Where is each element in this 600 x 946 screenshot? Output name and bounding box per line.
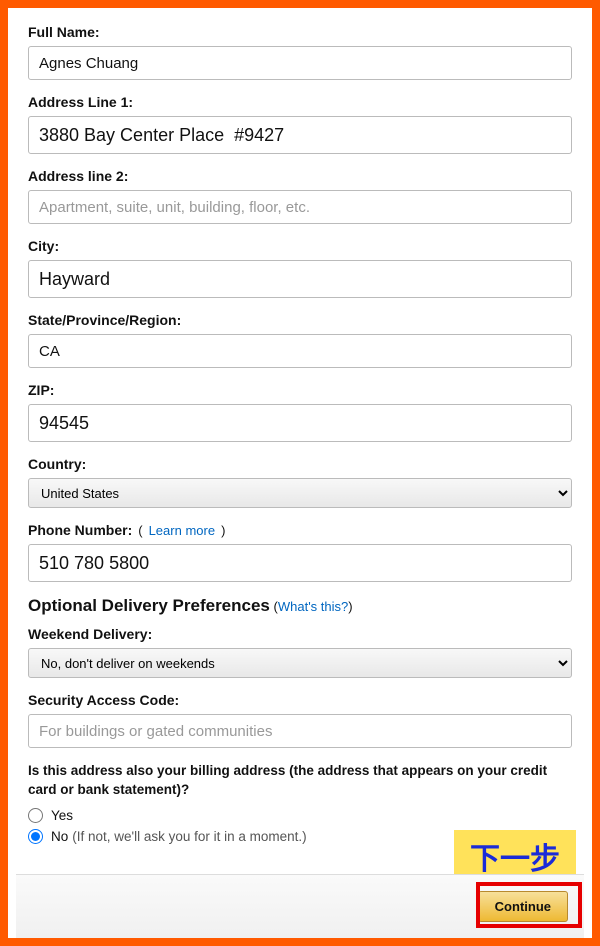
billing-no-hint: (If not, we'll ask you for it in a momen… bbox=[72, 829, 306, 844]
country-label: Country: bbox=[28, 456, 572, 472]
phone-input[interactable] bbox=[28, 544, 572, 582]
address1-input[interactable] bbox=[28, 116, 572, 154]
full-name-label: Full Name: bbox=[28, 24, 572, 40]
weekend-select[interactable]: No, don't deliver on weekends bbox=[28, 648, 572, 678]
address2-label: Address line 2: bbox=[28, 168, 572, 184]
billing-no-label: No bbox=[51, 829, 68, 844]
paren-close: ) bbox=[221, 523, 225, 538]
country-select[interactable]: United States bbox=[28, 478, 572, 508]
city-input[interactable] bbox=[28, 260, 572, 298]
full-name-input[interactable] bbox=[28, 46, 572, 80]
billing-yes-label: Yes bbox=[51, 808, 73, 823]
paren-open: ( bbox=[138, 523, 142, 538]
state-input[interactable] bbox=[28, 334, 572, 368]
billing-yes-radio[interactable] bbox=[28, 808, 43, 823]
zip-input[interactable] bbox=[28, 404, 572, 442]
address1-label: Address Line 1: bbox=[28, 94, 572, 110]
whats-this-link[interactable]: What's this? bbox=[278, 599, 348, 614]
optional-delivery-title: Optional Delivery Preferences bbox=[28, 596, 270, 615]
security-input[interactable] bbox=[28, 714, 572, 748]
weekend-label: Weekend Delivery: bbox=[28, 626, 572, 642]
city-label: City: bbox=[28, 238, 572, 254]
billing-no-radio[interactable] bbox=[28, 829, 43, 844]
security-label: Security Access Code: bbox=[28, 692, 572, 708]
continue-bar: Continue bbox=[16, 874, 584, 938]
phone-label: Phone Number: bbox=[28, 522, 132, 538]
billing-question: Is this address also your billing addres… bbox=[28, 762, 572, 800]
state-label: State/Province/Region: bbox=[28, 312, 572, 328]
learn-more-link[interactable]: Learn more bbox=[149, 523, 215, 538]
address2-input[interactable] bbox=[28, 190, 572, 224]
continue-button[interactable]: Continue bbox=[478, 891, 568, 922]
zip-label: ZIP: bbox=[28, 382, 572, 398]
